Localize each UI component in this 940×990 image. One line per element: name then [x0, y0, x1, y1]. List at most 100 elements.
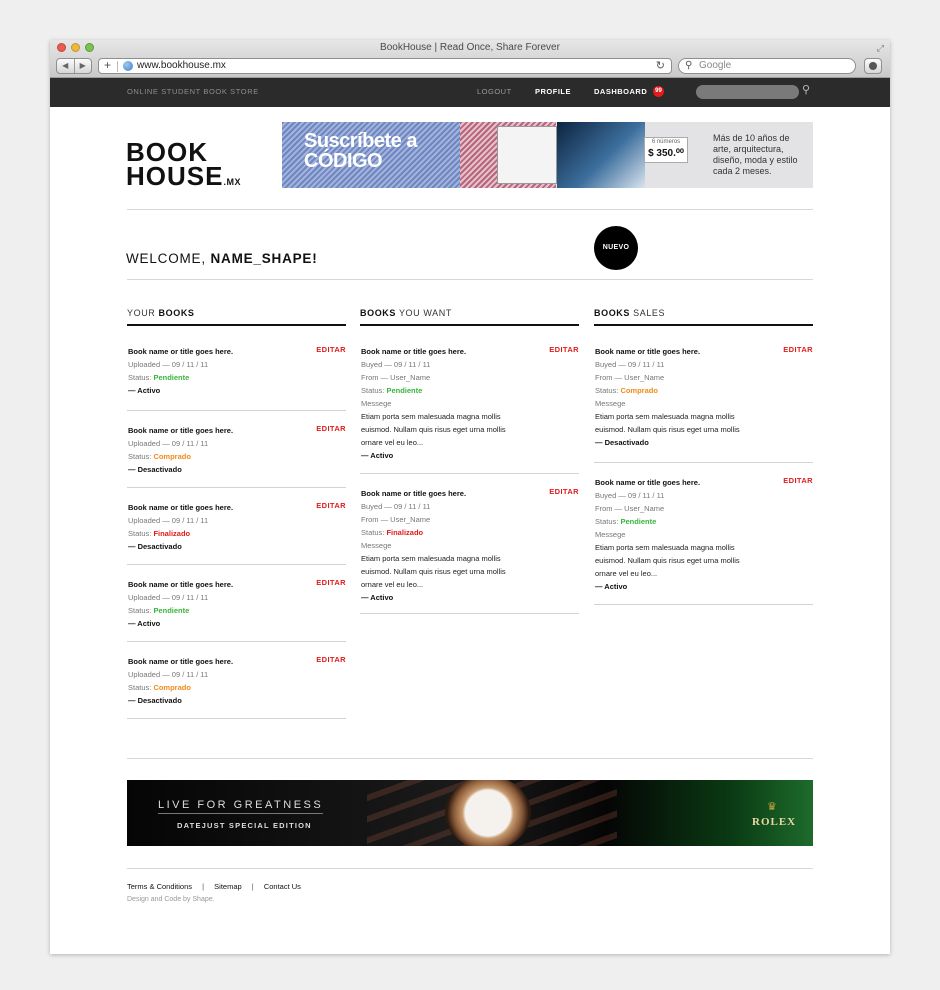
status-label: Status:: [595, 386, 621, 395]
edit-link[interactable]: EDITAR: [316, 655, 346, 664]
active-state[interactable]: — Activo: [361, 591, 578, 604]
edit-link[interactable]: EDITAR: [316, 424, 346, 433]
active-state[interactable]: — Activo: [595, 580, 812, 593]
globe-icon: [123, 61, 133, 71]
book-item: EDITAR Book name or title goes here. Upl…: [127, 565, 346, 642]
contact-link[interactable]: Contact Us: [264, 882, 301, 891]
book-item: EDITAR Book name or title goes here. Upl…: [127, 642, 346, 719]
ad-price-box: 6 números $ 350.⁰⁰: [644, 137, 688, 163]
address-bar[interactable]: + www.bookhouse.mx ↻: [98, 58, 672, 74]
dashboard-link[interactable]: DASHBOARD: [594, 87, 647, 96]
edit-link[interactable]: EDITAR: [783, 345, 813, 354]
status-value: Pendiente: [386, 386, 423, 395]
active-state[interactable]: — Activo: [128, 617, 345, 630]
browser-search-input[interactable]: ⚲ Google: [678, 58, 856, 74]
book-title[interactable]: Book name or title goes here.: [128, 424, 345, 437]
heading-bold: BOOKS: [158, 308, 195, 318]
footer-separator: |: [251, 882, 254, 891]
message-text: ornare vel eu leo...: [361, 438, 424, 447]
sale-item: EDITAR Book name or title goes here. Buy…: [594, 463, 813, 605]
edit-link[interactable]: EDITAR: [316, 578, 346, 587]
status-label: Status:: [595, 517, 621, 526]
book-title[interactable]: Book name or title goes here.: [595, 345, 812, 358]
status-value: Comprado: [153, 683, 191, 692]
active-state[interactable]: — Activo: [128, 384, 345, 397]
book-title[interactable]: Book name or title goes here.: [361, 487, 578, 500]
heading-bold: BOOKS: [360, 308, 397, 318]
active-state[interactable]: — Desactivado: [595, 436, 812, 449]
edit-link[interactable]: EDITAR: [316, 345, 346, 354]
logout-link[interactable]: LOGOUT: [477, 87, 512, 96]
active-state[interactable]: — Desactivado: [128, 540, 345, 553]
books-you-want-heading: BOOKS YOU WANT: [360, 308, 579, 326]
site-logo[interactable]: BOOK HOUSE.MX: [126, 139, 241, 194]
back-icon[interactable]: ◀: [57, 59, 75, 73]
browser-search-placeholder: Google: [699, 60, 732, 71]
edit-link[interactable]: EDITAR: [316, 501, 346, 510]
upload-date: Uploaded — 09 / 11 / 11: [128, 593, 209, 602]
active-state[interactable]: — Desactivado: [128, 694, 345, 707]
status-value: Finalizado: [153, 529, 191, 538]
site-search-input[interactable]: [696, 85, 799, 99]
address-divider: [117, 61, 118, 72]
books-sales-heading: BOOKS SALES: [594, 308, 813, 326]
divider: [127, 758, 813, 759]
reload-icon[interactable]: ↻: [656, 59, 665, 73]
heading-bold: BOOKS: [594, 308, 631, 318]
resize-icon[interactable]: ⤢: [877, 43, 884, 54]
bottom-banner-ad[interactable]: LIVE FOR GREATNESS DATEJUST SPECIAL EDIT…: [127, 780, 813, 846]
sitemap-link[interactable]: Sitemap: [214, 882, 242, 891]
ad-headline: Suscríbete a CÓDIGO: [304, 131, 417, 171]
your-books-heading: YOUR BOOKS: [127, 308, 346, 326]
status-line: Status: Finalizado: [361, 526, 578, 539]
divider: [127, 868, 813, 869]
status-line: Status: Comprado: [595, 384, 812, 397]
status-value: Comprado: [620, 386, 658, 395]
book-item: EDITAR Book name or title goes here. Upl…: [127, 488, 346, 565]
window-title: BookHouse | Read Once, Share Forever: [380, 42, 560, 53]
upload-date: Uploaded — 09 / 11 / 11: [128, 516, 209, 525]
upload-date: Uploaded — 09 / 11 / 11: [128, 439, 209, 448]
history-buttons: ◀ ▶: [56, 58, 92, 74]
ad-issues: 6 números: [651, 139, 681, 145]
message-text: euismod. Nullam quis risus eget urna mol…: [595, 425, 740, 434]
status-label: Status:: [128, 529, 154, 538]
book-title[interactable]: Book name or title goes here.: [128, 501, 345, 514]
site-search-icon[interactable]: ⚲: [802, 83, 810, 96]
status-value: Pendiente: [153, 606, 190, 615]
nuevo-button[interactable]: NUEVO: [594, 226, 638, 270]
from-user: From — User_Name: [361, 515, 431, 524]
message-label: Messege: [595, 530, 626, 539]
edit-link[interactable]: EDITAR: [783, 476, 813, 485]
message-text: Etiam porta sem malesuada magna mollis: [595, 543, 735, 552]
top-banner-ad[interactable]: Suscríbete a CÓDIGO 6 números $ 350.⁰⁰ M…: [282, 122, 813, 188]
message-label: Messege: [595, 399, 626, 408]
forward-icon[interactable]: ▶: [75, 59, 92, 73]
url-text[interactable]: www.bookhouse.mx: [137, 59, 226, 73]
book-title[interactable]: Book name or title goes here.: [361, 345, 578, 358]
extension-icon[interactable]: [864, 58, 882, 74]
message-text: euismod. Nullam quis risus eget urna mol…: [595, 556, 740, 565]
message-label: Messege: [361, 399, 392, 408]
add-tab-icon[interactable]: +: [104, 59, 111, 72]
book-title[interactable]: Book name or title goes here.: [595, 476, 812, 489]
message-text: euismod. Nullam quis risus eget urna mol…: [361, 567, 506, 576]
edit-link[interactable]: EDITAR: [549, 487, 579, 496]
from-user: From — User_Name: [595, 504, 665, 513]
browser-window: BookHouse | Read Once, Share Forever ⤢ ◀…: [50, 40, 890, 954]
from-user: From — User_Name: [595, 373, 665, 382]
book-title[interactable]: Book name or title goes here.: [128, 655, 345, 668]
notification-badge[interactable]: 99: [653, 86, 664, 97]
book-title[interactable]: Book name or title goes here.: [128, 578, 345, 591]
book-title[interactable]: Book name or title goes here.: [128, 345, 345, 358]
active-state[interactable]: — Desactivado: [128, 463, 345, 476]
profile-link[interactable]: PROFILE: [535, 87, 571, 96]
logo-suffix: .MX: [223, 177, 241, 187]
active-state[interactable]: — Activo: [361, 449, 578, 462]
terms-link[interactable]: Terms & Conditions: [127, 882, 192, 891]
books-sales-column: BOOKS SALES EDITAR Book name or title go…: [594, 308, 813, 605]
site-tagline: ONLINE STUDENT BOOK STORE: [127, 87, 259, 96]
edit-link[interactable]: EDITAR: [549, 345, 579, 354]
magazine-covers: [497, 126, 557, 184]
buy-date: Buyed — 09 / 11 / 11: [361, 360, 431, 369]
